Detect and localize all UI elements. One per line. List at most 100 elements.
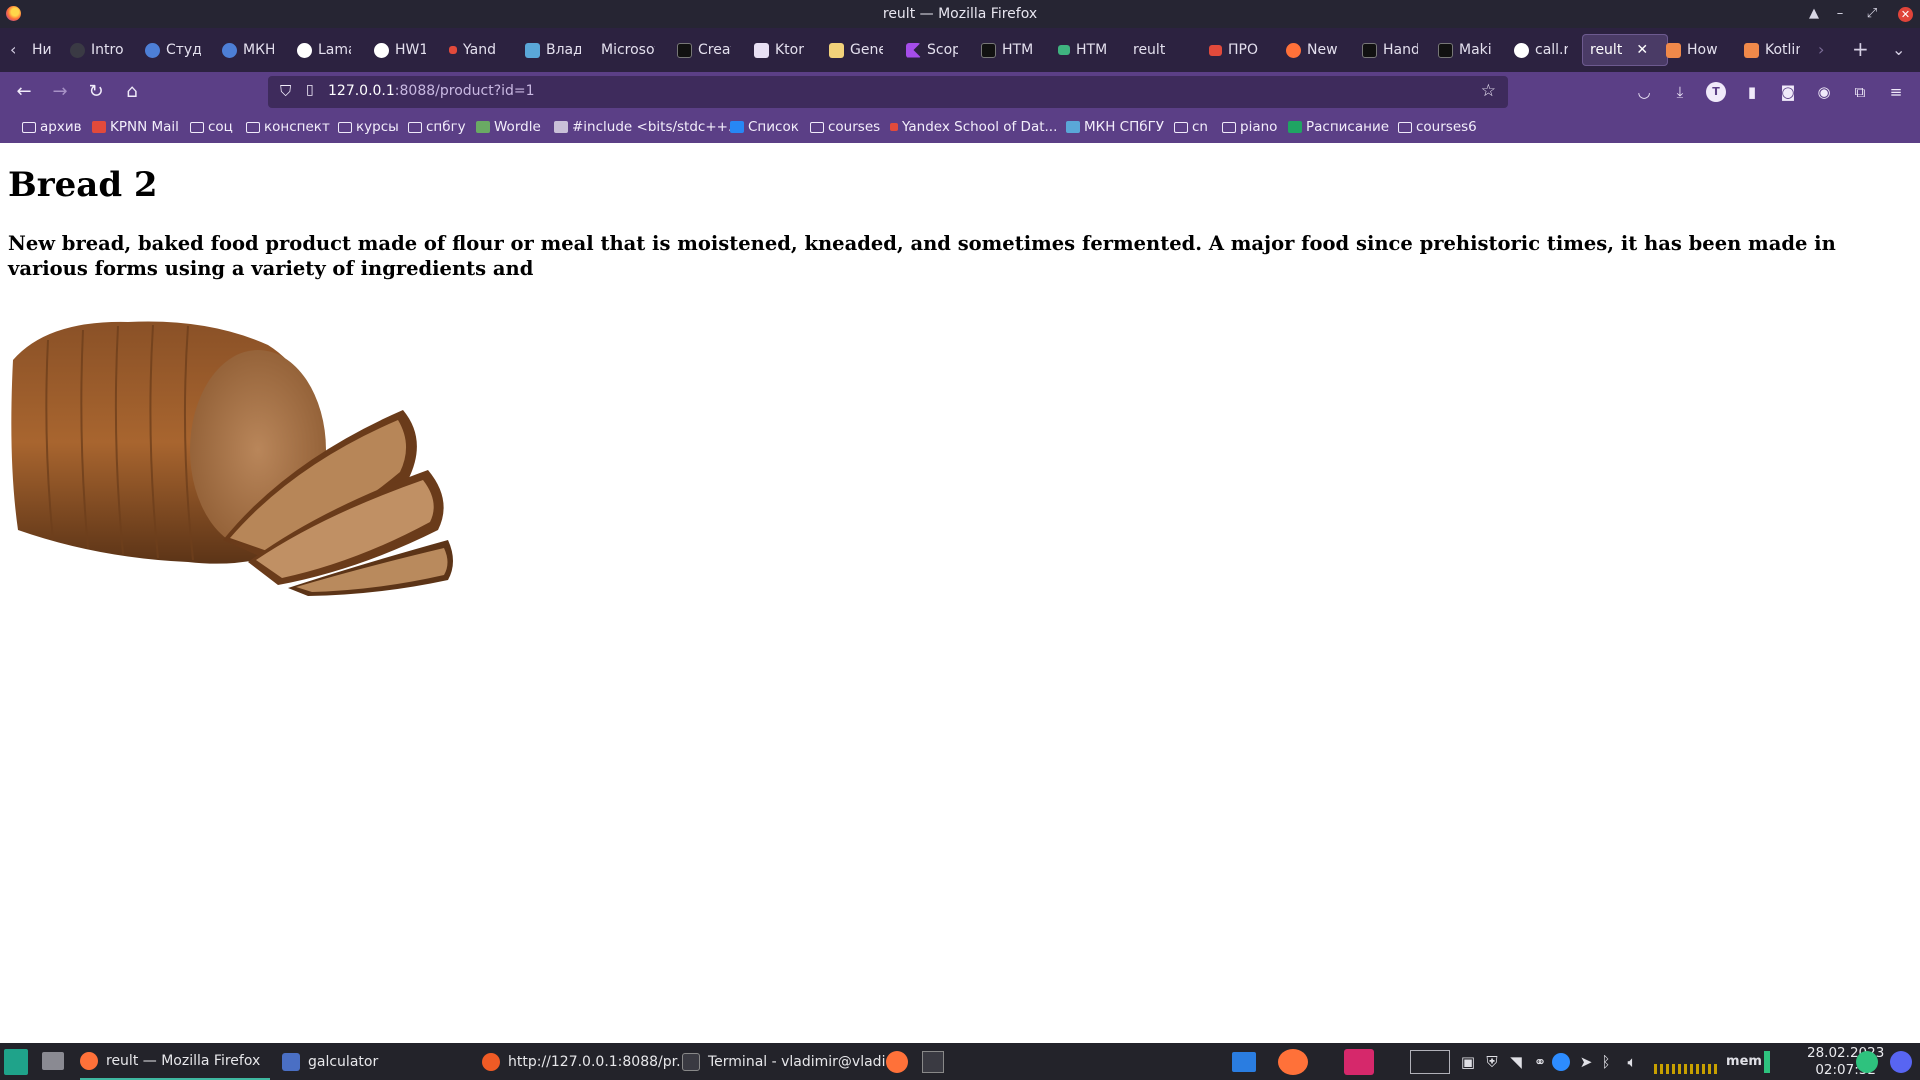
tab-active-reult[interactable]: reult ✕ <box>1582 34 1668 66</box>
extension-flag-icon[interactable]: ▮ <box>1742 82 1762 102</box>
clipboard-icon[interactable]: ▣ <box>1458 1052 1478 1072</box>
workspace-firefox-icon[interactable] <box>1278 1049 1308 1075</box>
volume-icon[interactable]: 🔈︎ <box>1622 1052 1642 1072</box>
taskbar: reult — Mozilla Firefox galculator http:… <box>0 1043 1920 1080</box>
shield-icon[interactable]: ⛨ <box>1482 1052 1502 1072</box>
private-mask-extension-icon[interactable]: ◙ <box>1778 82 1798 102</box>
bookmark-folder-courses6[interactable]: courses6 <box>1398 119 1477 135</box>
grammarly-icon[interactable] <box>1856 1051 1878 1073</box>
new-tab-button[interactable]: + <box>1852 37 1869 61</box>
taskbar-item-label: Terminal - vladimir@vladi... <box>708 1053 899 1070</box>
tab-16[interactable]: reult <box>1133 34 1185 66</box>
workspace-1-icon[interactable] <box>1232 1052 1256 1072</box>
tab-label: Scop <box>927 42 958 58</box>
keep-above-icon[interactable]: ▲ <box>1804 4 1824 24</box>
minimize-button[interactable]: – <box>1830 4 1850 24</box>
tab-20[interactable]: Maki <box>1438 34 1492 66</box>
downloads-icon[interactable]: ⤓ <box>1670 82 1690 102</box>
bookmarks-toolbar: архив KPNN Mail соц конспект курсы спбгу… <box>0 112 1920 143</box>
bookmark-folder-archive[interactable]: архив <box>22 119 82 135</box>
zoom-icon[interactable] <box>1552 1053 1570 1071</box>
tab-14[interactable]: HTM <box>981 34 1035 66</box>
workspace-empty-icon[interactable] <box>1410 1050 1450 1074</box>
bookmark-folder-cn[interactable]: cn <box>1174 119 1208 135</box>
github-icon <box>297 42 312 58</box>
bookmark-folder-piano[interactable]: piano <box>1222 119 1277 135</box>
tab-label: HW1 <box>395 42 426 58</box>
tab-17[interactable]: ПРО <box>1209 34 1265 66</box>
tab-23[interactable]: How <box>1666 34 1724 66</box>
tab-15[interactable]: HTM <box>1058 34 1110 66</box>
tab-12[interactable]: Gene <box>829 34 883 66</box>
tab-21[interactable]: call.r <box>1514 34 1568 66</box>
bluetooth-icon[interactable]: ᛒ <box>1596 1052 1616 1072</box>
close-window-button[interactable]: ✕ <box>1898 7 1913 22</box>
reload-button[interactable]: ↻ <box>84 80 108 104</box>
app-menu-icon[interactable]: ≡ <box>1886 82 1906 102</box>
tracking-protection-shield-icon[interactable]: ⛉ <box>280 82 291 100</box>
translate-extension-icon[interactable]: T <box>1706 82 1726 102</box>
extensions-puzzle-icon[interactable]: ⧉ <box>1850 82 1870 102</box>
bookmark-folder-courses[interactable]: courses <box>810 119 880 135</box>
tab-18[interactable]: New <box>1286 34 1338 66</box>
page-info-icon[interactable]: ▯ <box>306 82 314 98</box>
list-all-tabs-icon[interactable]: ⌄ <box>1892 40 1905 59</box>
taskbar-item-label: galculator <box>308 1053 379 1070</box>
bookmark-folder-konspekt[interactable]: конспект <box>246 119 330 135</box>
telegram-icon[interactable]: ➤ <box>1576 1052 1596 1072</box>
link-icon[interactable]: ⚭ <box>1530 1052 1550 1072</box>
bookmark-star-icon[interactable]: ☆ <box>1481 81 1496 101</box>
tab-9[interactable]: Microsof <box>601 34 655 66</box>
tab-2[interactable]: Intro <box>70 34 126 66</box>
bookmark-label: Wordle <box>494 119 541 135</box>
wifi-icon[interactable]: ◥ <box>1506 1052 1526 1072</box>
taskbar-item-terminal[interactable]: Terminal - vladimir@vladi... <box>682 1043 899 1080</box>
app-menu-icon[interactable] <box>4 1049 28 1075</box>
tab-13[interactable]: Scop <box>906 34 958 66</box>
pocket-icon[interactable]: ◡ <box>1634 82 1654 102</box>
discord-icon[interactable] <box>1890 1051 1912 1073</box>
close-tab-icon[interactable]: ✕ <box>1636 42 1648 58</box>
tab-10[interactable]: Creat <box>677 34 731 66</box>
tab-1[interactable]: Ни <box>32 34 52 66</box>
taskbar-item-firefox[interactable]: reult — Mozilla Firefox <box>80 1043 270 1080</box>
home-button[interactable]: ⌂ <box>120 80 144 104</box>
maximize-button[interactable]: ⤢ <box>1862 4 1882 24</box>
tab-11[interactable]: Ktor <box>754 34 806 66</box>
bookmark-include-bits[interactable]: #include <bits/stdc++... <box>554 119 741 135</box>
file-manager-icon[interactable] <box>42 1052 64 1070</box>
tab-label: Maki <box>1459 42 1492 58</box>
tab-6[interactable]: HW1 <box>374 34 426 66</box>
tab-19[interactable]: Hand <box>1362 34 1418 66</box>
url-bar[interactable]: ⛉ ▯ 127.0.0.1:8088/product?id=1 ☆ <box>268 76 1508 108</box>
bookmark-schedule[interactable]: Расписание <box>1288 119 1389 135</box>
back-button[interactable]: ← <box>12 80 36 104</box>
scroll-tabs-left-icon[interactable]: ‹ <box>10 40 16 59</box>
tab-24[interactable]: Kotlin <box>1744 34 1800 66</box>
bookmark-folder-spbgu[interactable]: спбгу <box>408 119 466 135</box>
bookmark-wordle[interactable]: Wordle <box>476 119 541 135</box>
bookmark-label: courses6 <box>1416 119 1477 135</box>
bookmark-vk-list[interactable]: Список <box>730 119 799 135</box>
tab-5[interactable]: Lama <box>297 34 351 66</box>
bookmark-folder-kursy[interactable]: курсы <box>338 119 399 135</box>
tab-4[interactable]: МКН <box>222 34 274 66</box>
tab-8[interactable]: Влад <box>525 34 581 66</box>
taskbar-item-galculator[interactable]: galculator <box>282 1043 462 1080</box>
bookmark-mkn-spbgu[interactable]: МКН СПбГУ <box>1066 119 1164 135</box>
bookmark-yandex-school[interactable]: Yandex School of Dat... <box>890 119 1057 135</box>
taskbar-item-postman[interactable]: http://127.0.0.1:8088/pr... <box>482 1043 689 1080</box>
forward-button[interactable]: → <box>48 80 72 104</box>
url-text[interactable]: 127.0.0.1:8088/product?id=1 <box>328 83 535 99</box>
tab-3[interactable]: Студ <box>145 34 201 66</box>
bookmark-kpnn-mail[interactable]: KPNN Mail <box>92 119 179 135</box>
extension-circle-icon[interactable]: ◉ <box>1814 82 1834 102</box>
terminal-launcher-icon[interactable] <box>922 1051 944 1073</box>
bookmark-label: МКН СПбГУ <box>1084 119 1165 135</box>
firefox-launcher-icon[interactable] <box>886 1051 908 1073</box>
scroll-tabs-right-icon[interactable]: › <box>1818 40 1824 59</box>
workspace-intellij-icon[interactable] <box>1344 1049 1374 1075</box>
tab-favicon <box>1666 42 1681 58</box>
bookmark-folder-soc[interactable]: соц <box>190 119 233 135</box>
tab-7[interactable]: Yand <box>449 34 503 66</box>
